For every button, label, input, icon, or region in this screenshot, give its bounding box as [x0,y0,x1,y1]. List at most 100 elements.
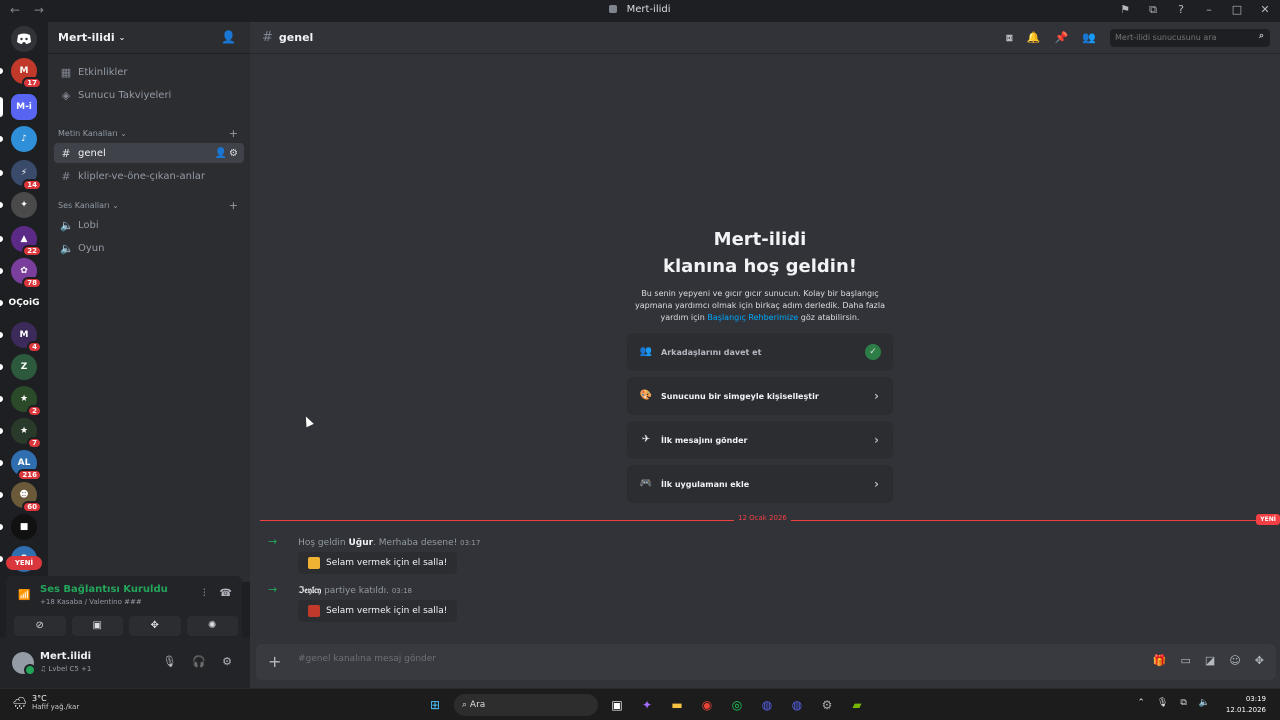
server-icon[interactable]: M-i [11,94,37,120]
screen-share-icon[interactable]: ⧉ [1146,3,1160,17]
emoji-icon[interactable]: ☺ [1229,654,1240,667]
text-channels-category[interactable]: Metin Kanalları ⌄ + [58,127,238,140]
wave-button[interactable]: Selam vermek için el salla! [298,600,458,622]
camera-off-button[interactable]: ⊘ [14,616,66,636]
network-icon[interactable]: ⧉ [1180,698,1186,708]
inbox-flag-icon[interactable]: ⚑ [1118,3,1132,17]
sidebar-item-events[interactable]: ▦ Etkinlikler [54,62,244,82]
mention-badge: 22 [22,245,42,257]
server-label: M-i [16,102,32,112]
microphone-tray-icon[interactable]: 🎙 [1157,698,1168,708]
gift-icon[interactable]: 🎁 [1153,654,1167,667]
add-channel-icon[interactable]: + [229,199,238,212]
message-username[interactable]: ℑ𝔢𝔶𝔩𝔠𝔶 [298,586,321,596]
nvidia-icon[interactable]: ▰ [846,694,868,716]
search-input[interactable] [1110,29,1270,47]
message-username[interactable]: Uğur [348,538,373,548]
starter-guide-link[interactable]: Başlangıç Rehberimize [707,313,798,322]
channel-actions[interactable]: 👤⚙ [215,148,240,159]
check-icon: ✓ [865,344,881,360]
microphone-icon[interactable]: 🎙 [162,655,176,668]
channel-header: # genel ⧈ 🔔 📌 👥 ⌕ [250,22,1280,54]
signal-icon[interactable]: 📶 [18,590,30,601]
voice-channel-oyun[interactable]: 🔈 Oyun [54,238,244,258]
bell-icon[interactable]: 🔔 [1027,31,1041,45]
soundboard-button[interactable]: ✺ [186,616,238,636]
server-icon[interactable]: ♪ [11,126,37,152]
threads-icon[interactable]: ⧈ [1006,31,1013,45]
server-icon[interactable]: ▲ 22 [11,226,42,257]
noise-suppression-icon[interactable]: ⫶ [203,588,206,599]
voice-channel-lobi[interactable]: 🔈 Lobi [54,215,244,235]
server-header[interactable]: Mert-ilidi ⌄ 👤 [48,22,250,54]
server-icon[interactable]: ☻ 60 [11,482,42,513]
clock[interactable]: 03:19 12.01.2026 [1226,694,1266,716]
message-input[interactable] [298,654,998,664]
voice-channels-category[interactable]: Ses Kanalları ⌄ + [58,199,238,212]
checklist-first-message[interactable]: ✈ İlk mesajını gönder › [627,421,893,459]
voice-channel-detail[interactable]: +18 Kasaba / Valentino ### [40,598,142,606]
weather-widget[interactable]: 🌧 3°C Hafif yağ./kar [12,694,79,711]
server-icon[interactable]: ✿ 78 [11,258,42,289]
activities-button[interactable]: ✥ [129,616,181,636]
server-icon[interactable]: AL 216 [11,450,42,481]
member-list-icon[interactable]: 👥 [1082,31,1096,45]
gif-icon[interactable]: ▭ [1181,654,1191,667]
channel-klipler[interactable]: # klipler-ve-öne-çıkan-anlar [54,166,244,186]
add-channel-icon[interactable]: + [229,127,238,140]
server-icon[interactable]: ⚡ 14 [11,160,42,191]
gear-icon[interactable]: ⚙ [222,655,232,668]
sticker-icon[interactable]: ◪ [1205,654,1215,667]
invite-people-icon[interactable]: 👤 [221,30,236,44]
avatar[interactable] [12,652,36,676]
start-button[interactable]: ⊞ [424,694,446,716]
copilot-icon[interactable]: ✦ [636,694,658,716]
user-name[interactable]: Mert.ilidi [40,651,91,662]
server-icon[interactable]: ✦ [11,192,37,218]
checklist-invite-friends[interactable]: 👥 Arkadaşlarını davet et ✓ [627,333,893,371]
message-text: partiye katıldı. [321,586,389,596]
sidebar-item-boosts[interactable]: ◈ Sunucu Takviyeleri [54,85,244,105]
screen-share-button[interactable]: ▣ [71,616,123,636]
taskbar-search[interactable]: ⌕ Ara [454,694,598,716]
file-explorer-icon[interactable]: ▬ [666,694,688,716]
discord-home-icon[interactable] [11,26,37,52]
spotify-icon[interactable]: ◎ [726,694,748,716]
sidebar-item-label: Etkinlikler [78,66,128,78]
server-icon[interactable]: ★ 7 [11,418,42,449]
system-message: → Hoş geldin Uğur. Merhaba desene! 03:17 [268,535,480,548]
channel-genel[interactable]: # genel 👤⚙ [54,143,244,163]
attach-plus-icon[interactable]: + [268,652,281,671]
mention-badge: 7 [27,437,42,449]
help-icon[interactable]: ? [1174,3,1188,17]
disconnect-icon[interactable]: ☎ [220,588,232,599]
chevron-up-icon[interactable]: ⌃ [1137,698,1145,708]
voice-action-buttons: ⊘ ▣ ✥ ✺ [14,616,238,636]
server-icon[interactable]: ■ [11,514,37,540]
server-icon[interactable]: M4 [11,322,42,353]
server-label: ♪ [21,134,27,144]
task-view-icon[interactable]: ▣ [606,694,628,716]
minimize-button[interactable]: – [1202,3,1216,17]
wave-button[interactable]: Selam vermek için el salla! [298,552,458,574]
checklist-add-app[interactable]: 🎮 İlk uygulamanı ekle › [627,465,893,503]
maximize-button[interactable]: □ [1230,3,1244,17]
headphones-icon[interactable]: 🎧 [192,655,206,668]
chrome-icon[interactable]: ◉ [696,694,718,716]
new-servers-badge[interactable]: YENİ [6,556,42,570]
server-icon[interactable]: ★ 2 [11,386,42,417]
server-icon[interactable]: OÇoiG [9,290,39,316]
divider-date: 12 Ocak 2026 [734,514,791,522]
pin-icon[interactable]: 📌 [1055,31,1069,45]
voice-status[interactable]: Ses Bağlantısı Kuruldu [40,584,168,595]
server-icon[interactable]: Z [11,354,37,380]
close-button[interactable]: ✕ [1258,3,1272,17]
checklist-customize-icon[interactable]: 🎨 Sunucunu bir simgeyle kişiselleştir › [627,377,893,415]
discord-active-icon[interactable]: ◍ [786,694,808,716]
server-label: ⚡ [20,168,28,178]
server-icon[interactable]: M 17 [11,58,42,89]
apps-icon[interactable]: ✥ [1255,654,1264,667]
steam-icon[interactable]: ⚙ [816,694,838,716]
discord-icon[interactable]: ◍ [756,694,778,716]
volume-icon[interactable]: 🔈 [1199,698,1210,708]
